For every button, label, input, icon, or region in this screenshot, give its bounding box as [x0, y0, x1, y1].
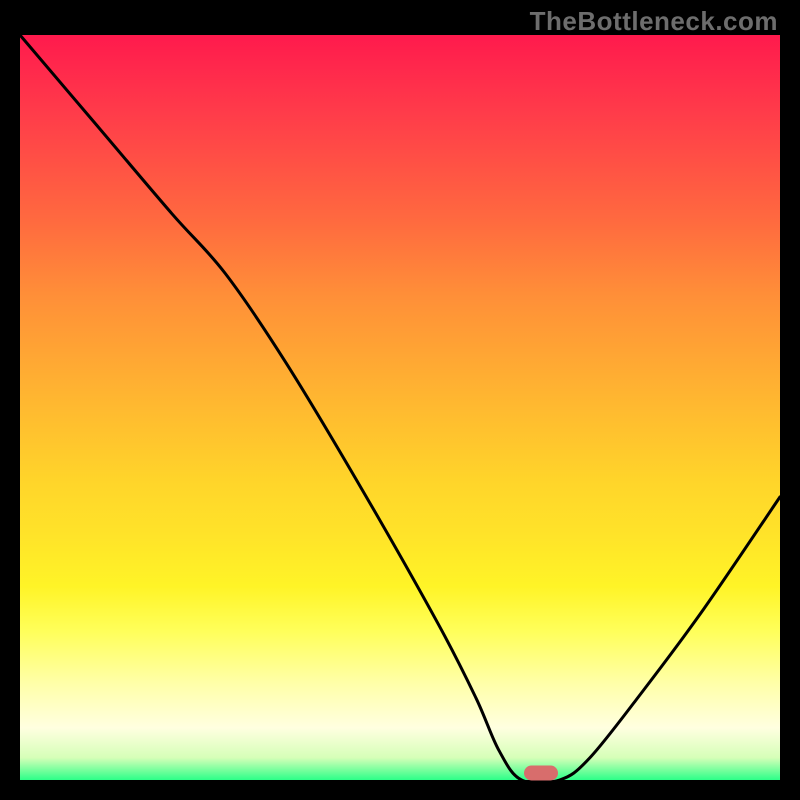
watermark-text: TheBottleneck.com [530, 6, 778, 37]
optimal-marker [524, 766, 558, 781]
chart-frame [20, 35, 780, 780]
gradient-background [20, 35, 780, 780]
